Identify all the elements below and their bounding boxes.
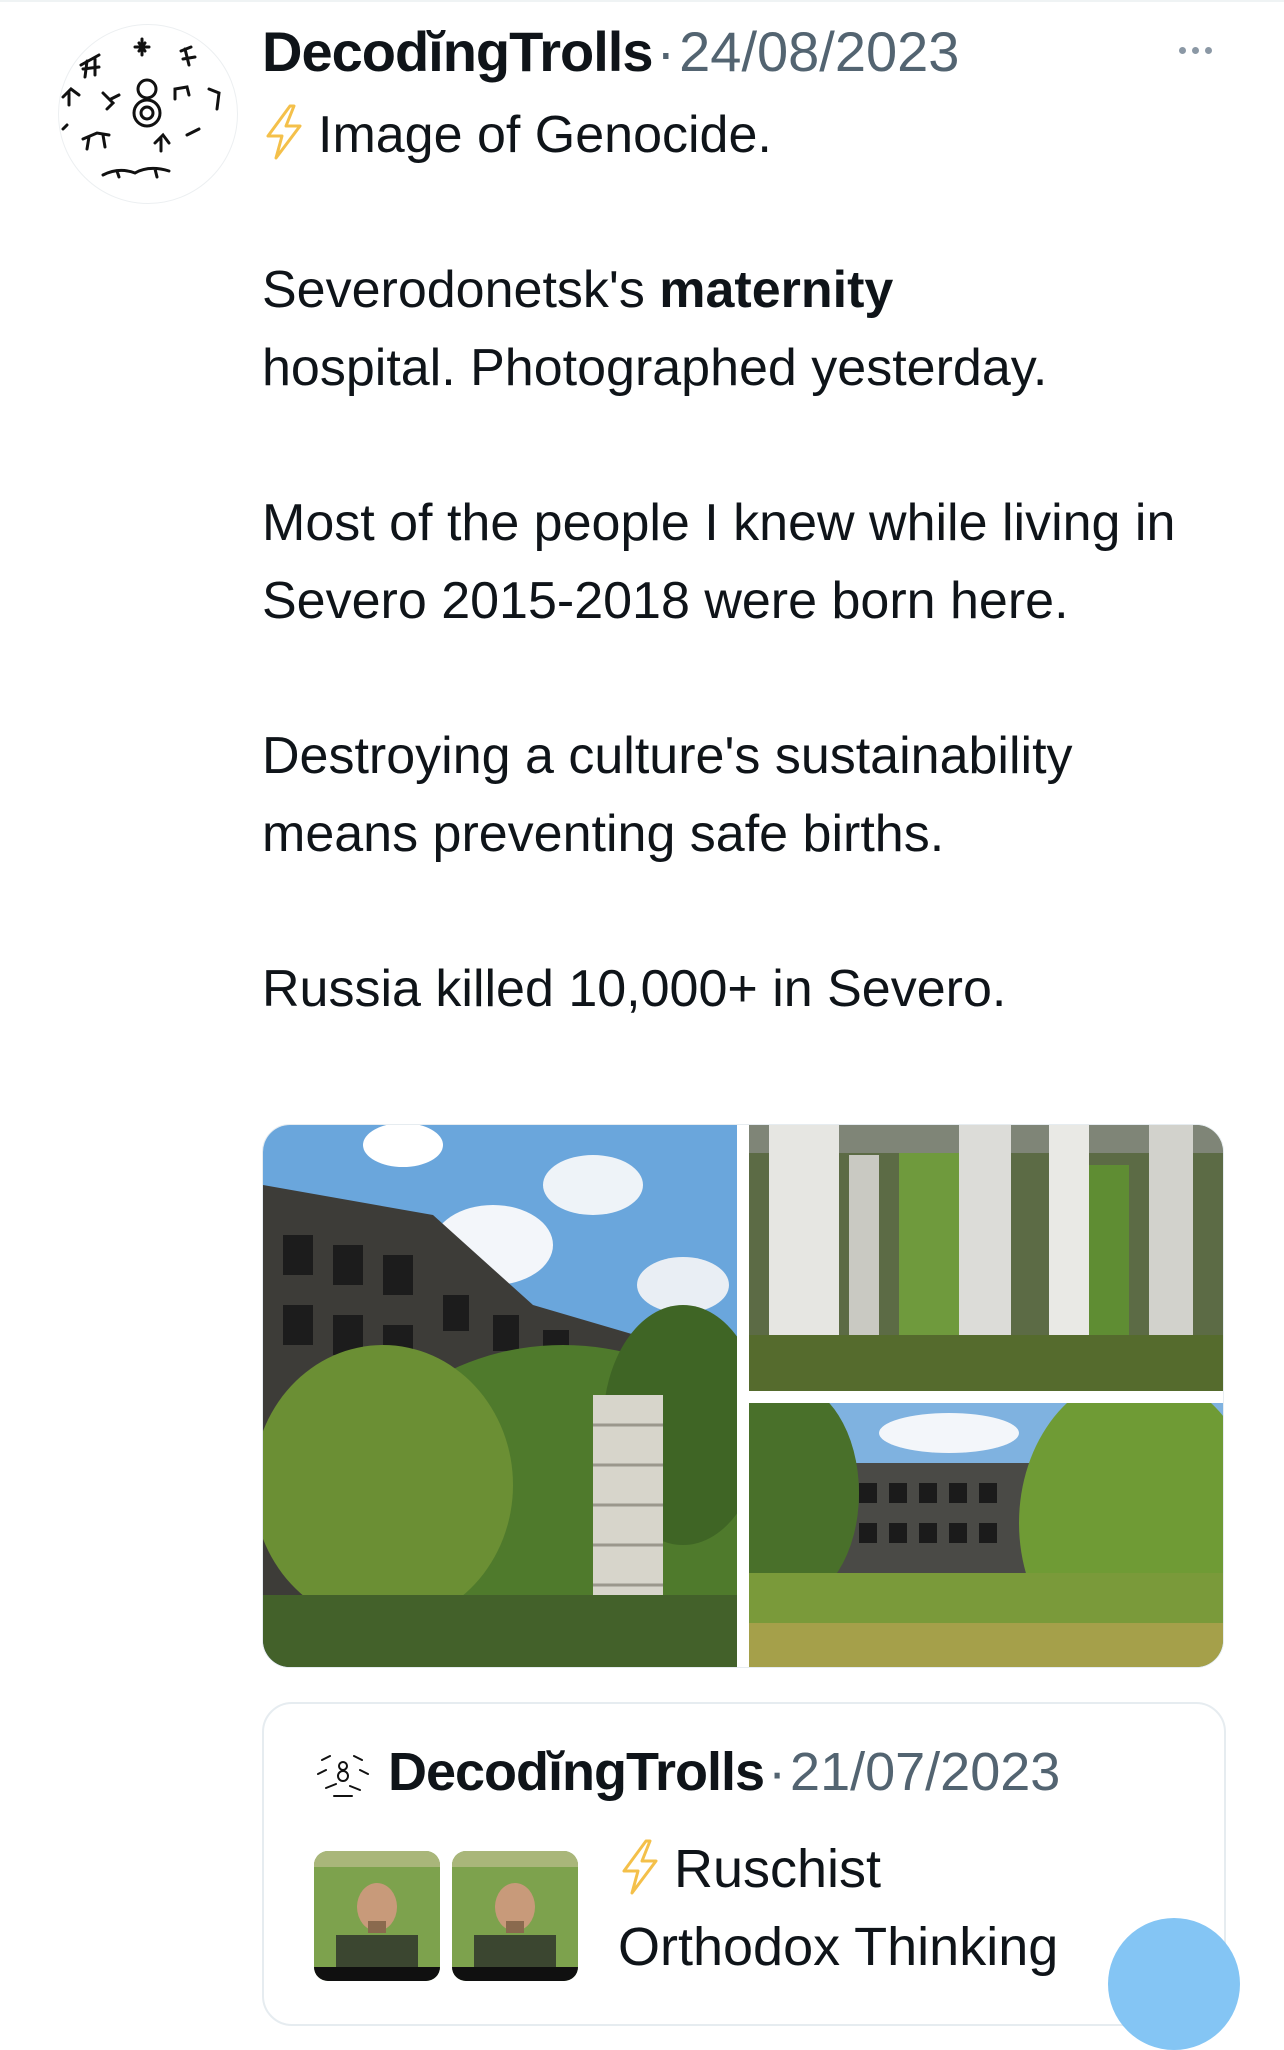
author-avatar[interactable] [58,24,238,204]
bold-word: maternity [659,261,894,319]
quoted-thumbnail-2[interactable] [452,1851,578,1981]
photo-overgrown-building[interactable] [749,1403,1223,1667]
more-options-icon[interactable] [1170,30,1220,70]
tweet-date[interactable]: 24/08/2023 [679,19,959,84]
quoted-header: DecodĭngTrolls · 21/07/2023 [388,1736,1060,1808]
header-separator: · [656,19,676,83]
quoted-tweet[interactable]: DecodĭngTrolls · 21/07/2023 Ruschist Ort… [262,1702,1226,2026]
photo-hospital-facade[interactable] [263,1125,737,1667]
tweet-paragraph-3: Most of the people I knew while living i… [262,494,1176,630]
photo-columns[interactable] [749,1125,1223,1391]
tweet-line-1: Image of Genocide. [318,106,772,164]
quoted-line-2: Orthodox Thinking [618,1917,1059,1977]
media-grid [262,1124,1224,1668]
quoted-text: Ruschist Orthodox Thinking [618,1830,1178,1986]
top-divider [0,0,1284,2]
tweet-text: Image of Genocide. Severodonetsk's mater… [262,96,1242,1028]
quoted-author-name[interactable]: DecodĭngTrolls [388,1741,765,1803]
tweet-header: DecodĭngTrolls · 24/08/2023 [262,16,959,86]
quoted-date[interactable]: 21/07/2023 [790,1741,1060,1803]
quoted-author-avatar[interactable] [312,1742,374,1804]
tweet-paragraph-2: Severodonetsk's maternity hospital. Photo… [262,261,1048,397]
compose-button[interactable] [1108,1918,1240,2050]
author-name[interactable]: DecodĭngTrolls [262,19,653,84]
tweet-paragraph-4: Destroying a culture's sustainability me… [262,727,1073,863]
tweet-paragraph-5: Russia killed 10,000+ in Severo. [262,960,1007,1018]
lightning-bolt-icon [262,104,306,160]
quoted-line-1: Ruschist [674,1839,882,1899]
quoted-thumbnail-1[interactable] [314,1851,440,1981]
quoted-separator: · [768,1742,787,1802]
quoted-lightning-bolt-icon [618,1838,662,1895]
